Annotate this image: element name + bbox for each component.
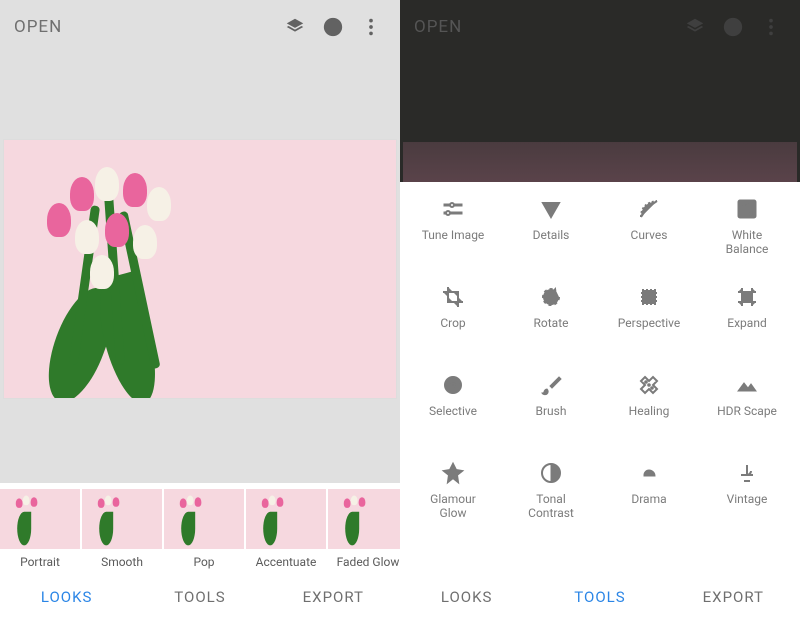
- dimmed-background: OPEN: [400, 0, 800, 182]
- tool-expand[interactable]: Expand: [698, 284, 796, 372]
- brush-icon: [538, 372, 564, 398]
- tools-grid: Tune Image Details Curves WB WhiteBalance…: [400, 182, 800, 573]
- tool-label: Drama: [631, 492, 666, 506]
- tool-label: Tune Image: [422, 228, 485, 242]
- drama-icon: [636, 460, 662, 486]
- svg-text:B: B: [748, 210, 753, 219]
- look-label: Smooth: [101, 549, 143, 573]
- tool-tune-image[interactable]: Tune Image: [404, 196, 502, 284]
- look-label: Faded Glow: [337, 549, 400, 573]
- tool-white-balance[interactable]: WB WhiteBalance: [698, 196, 796, 284]
- tool-crop[interactable]: Crop: [404, 284, 502, 372]
- tool-curves[interactable]: Curves: [600, 196, 698, 284]
- tab-looks[interactable]: LOOKS: [400, 588, 533, 606]
- tool-label: Rotate: [534, 316, 569, 330]
- tab-tools[interactable]: TOOLS: [533, 588, 666, 606]
- tool-label: Expand: [727, 316, 766, 330]
- bottom-bar: LOOKS TOOLS EXPORT: [0, 573, 400, 621]
- look-label: Pop: [193, 549, 214, 573]
- tool-healing[interactable]: Healing: [600, 372, 698, 460]
- healing-icon: [636, 372, 662, 398]
- tool-brush[interactable]: Brush: [502, 372, 600, 460]
- look-smooth[interactable]: Smooth: [82, 489, 162, 573]
- info-icon[interactable]: [318, 12, 348, 42]
- tab-tools[interactable]: TOOLS: [133, 588, 266, 606]
- info-icon: [718, 12, 748, 42]
- tab-export[interactable]: EXPORT: [267, 588, 400, 606]
- screen-tools: OPEN Tune Image Details Curves WB WhiteBa…: [400, 0, 800, 621]
- tool-drama[interactable]: Drama: [600, 460, 698, 548]
- bottom-bar: LOOKS TOOLS EXPORT: [400, 573, 800, 621]
- expand-icon: [734, 284, 760, 310]
- tool-vintage[interactable]: Vintage: [698, 460, 796, 548]
- tool-perspective[interactable]: Perspective: [600, 284, 698, 372]
- image-canvas[interactable]: [0, 54, 400, 483]
- loaded-image: [3, 139, 397, 399]
- vintage-icon: [734, 460, 760, 486]
- tool-glamour-glow[interactable]: GlamourGlow: [404, 460, 502, 548]
- tool-rotate[interactable]: Rotate: [502, 284, 600, 372]
- tab-export[interactable]: EXPORT: [667, 588, 800, 606]
- crop-icon: [440, 284, 466, 310]
- tool-selective[interactable]: Selective: [404, 372, 502, 460]
- looks-strip: Portrait Smooth Pop Accentuate Faded Glo…: [0, 483, 400, 573]
- open-button: OPEN: [414, 17, 462, 37]
- tool-label: GlamourGlow: [430, 492, 476, 521]
- tool-label: Vintage: [727, 492, 768, 506]
- look-faded-glow[interactable]: Faded Glow: [328, 489, 400, 573]
- look-label: Portrait: [20, 549, 60, 573]
- layers-icon[interactable]: [280, 12, 310, 42]
- tool-label: Crop: [440, 316, 465, 330]
- top-bar: OPEN: [0, 0, 400, 54]
- layers-icon: [680, 12, 710, 42]
- tool-label: WhiteBalance: [726, 228, 769, 257]
- tonal-icon: [538, 460, 564, 486]
- glamour-icon: [440, 460, 466, 486]
- rotate-icon: [538, 284, 564, 310]
- tool-label: Curves: [631, 228, 668, 242]
- white-balance-icon: WB: [734, 196, 760, 222]
- look-accentuate[interactable]: Accentuate: [246, 489, 326, 573]
- curves-icon: [636, 196, 662, 222]
- tool-tonal-contrast[interactable]: TonalContrast: [502, 460, 600, 548]
- tool-label: HDR Scape: [717, 404, 777, 418]
- screen-looks: OPEN Portrait: [0, 0, 400, 621]
- tool-label: Details: [533, 228, 570, 242]
- open-button[interactable]: OPEN: [14, 17, 62, 37]
- details-icon: [538, 196, 564, 222]
- tool-label: Healing: [629, 404, 670, 418]
- hdr-icon: [734, 372, 760, 398]
- tool-hdr-scape[interactable]: HDR Scape: [698, 372, 796, 460]
- tab-looks[interactable]: LOOKS: [0, 588, 133, 606]
- tool-label: TonalContrast: [528, 492, 574, 521]
- look-pop[interactable]: Pop: [164, 489, 244, 573]
- selective-icon: [440, 372, 466, 398]
- look-portrait[interactable]: Portrait: [0, 489, 80, 573]
- perspective-icon: [636, 284, 662, 310]
- more-icon: [756, 12, 786, 42]
- tool-label: Selective: [429, 404, 477, 418]
- tune-icon: [440, 196, 466, 222]
- more-icon[interactable]: [356, 12, 386, 42]
- tool-details[interactable]: Details: [502, 196, 600, 284]
- tool-label: Perspective: [618, 316, 680, 330]
- tool-label: Brush: [536, 404, 567, 418]
- look-label: Accentuate: [256, 549, 317, 573]
